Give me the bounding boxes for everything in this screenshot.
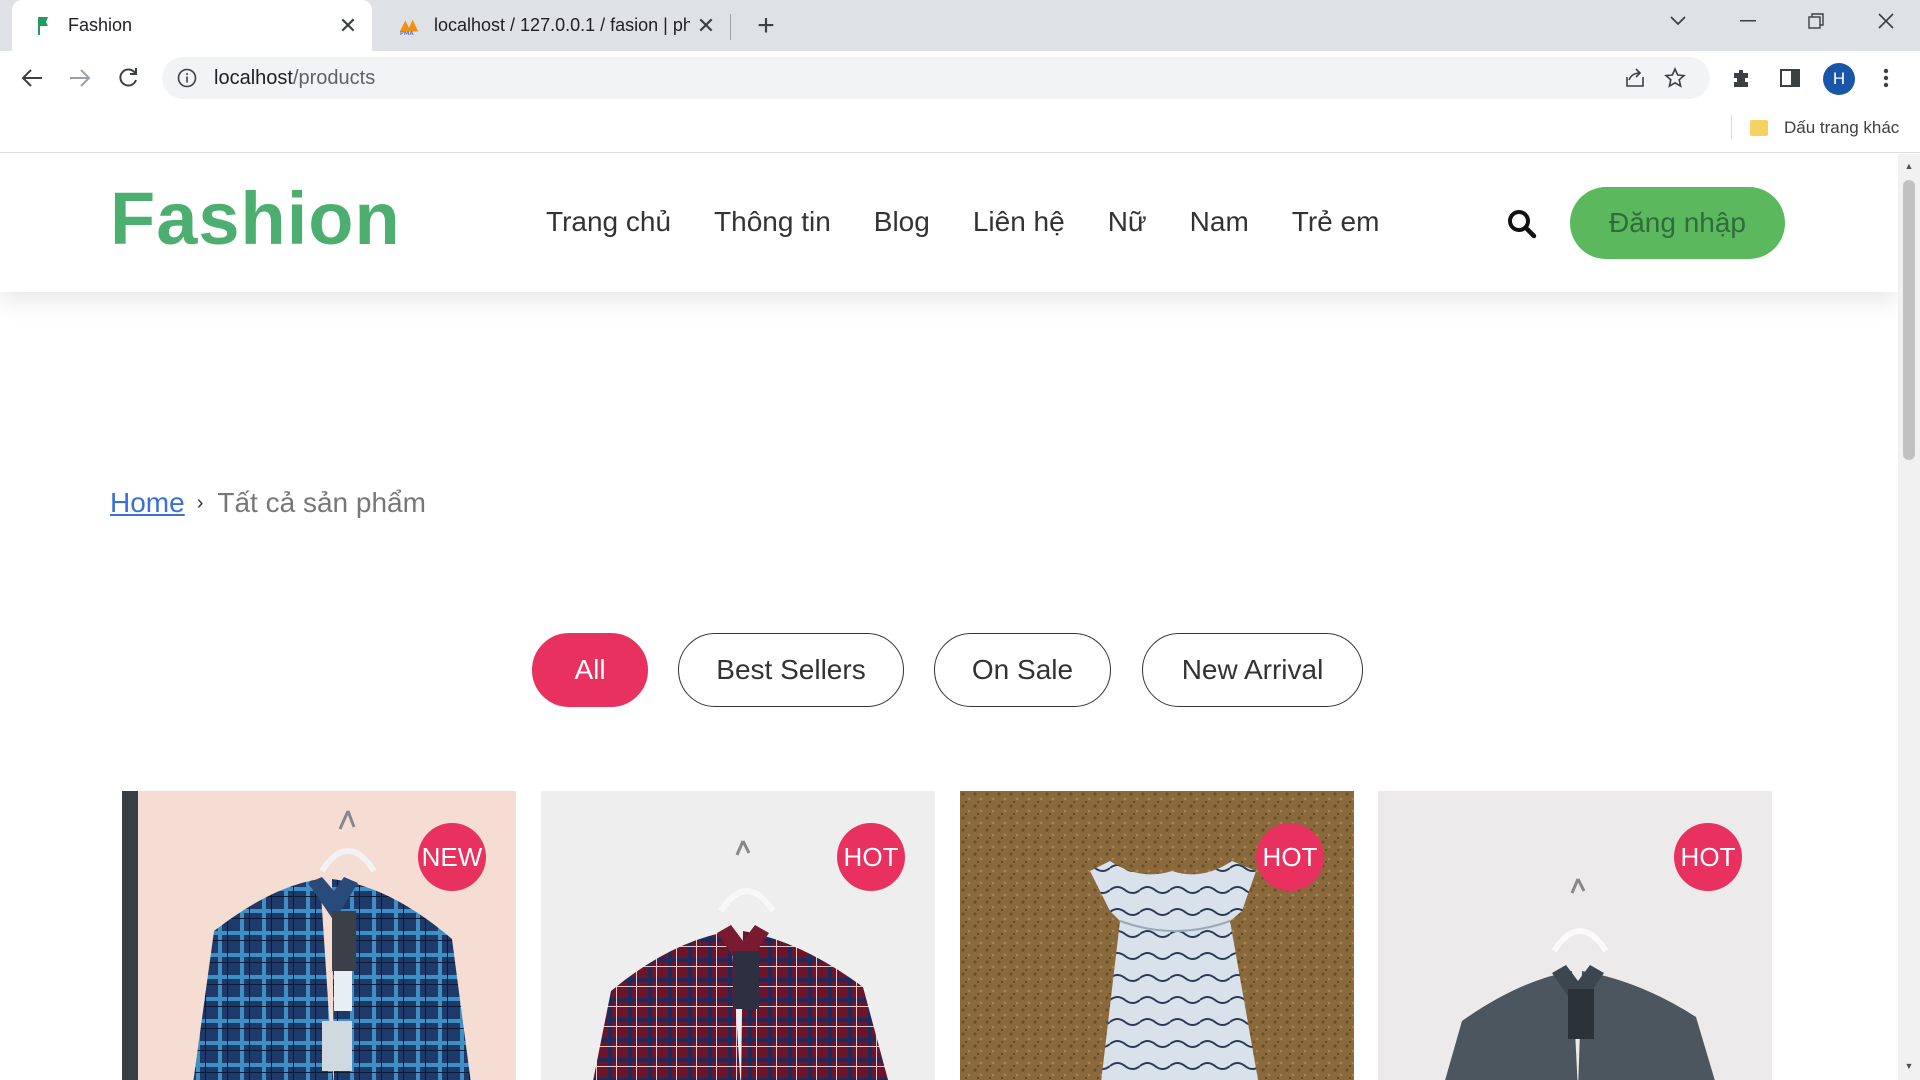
back-icon[interactable] bbox=[14, 60, 50, 96]
tab-phpmyadmin[interactable]: PMA localhost / 127.0.0.1 / fasion | php… bbox=[378, 0, 730, 51]
page-viewport: Fashion Trang chủ Thông tin Blog Liên hệ… bbox=[0, 154, 1898, 1080]
side-panel-icon[interactable] bbox=[1772, 60, 1808, 96]
search-icon[interactable] bbox=[1506, 208, 1538, 240]
login-button[interactable]: Đăng nhập bbox=[1570, 187, 1785, 259]
breadcrumb-current: Tất cả sản phẩm bbox=[217, 487, 426, 518]
filter-best-sellers-button[interactable]: Best Sellers bbox=[678, 633, 904, 707]
new-tab-button[interactable]: + bbox=[748, 8, 784, 44]
tab-strip: Fashion ✕ PMA localhost / 127.0.0.1 / fa… bbox=[0, 0, 1920, 51]
bookmark-green-icon bbox=[32, 15, 54, 37]
nav-link-contact[interactable]: Liên hệ bbox=[973, 206, 1065, 238]
extensions-icon[interactable] bbox=[1724, 60, 1760, 96]
close-tab-icon[interactable]: ✕ bbox=[332, 10, 364, 42]
main-nav: Trang chủ Thông tin Blog Liên hệ Nữ Nam … bbox=[546, 206, 1422, 238]
product-filters: All Best Sellers On Sale New Arrival bbox=[0, 633, 1898, 707]
product-badge: HOT bbox=[1674, 823, 1742, 891]
page-scrollbar[interactable]: ▲ ▼ bbox=[1898, 154, 1920, 1080]
product-badge: HOT bbox=[837, 823, 905, 891]
close-window-icon[interactable] bbox=[1858, 0, 1914, 42]
filter-on-sale-button[interactable]: On Sale bbox=[934, 633, 1111, 707]
product-card[interactable]: HOT bbox=[960, 791, 1354, 1080]
scroll-up-icon[interactable]: ▲ bbox=[1903, 160, 1915, 172]
address-url: localhost/products bbox=[214, 67, 376, 89]
menu-kebab-icon[interactable] bbox=[1868, 60, 1904, 96]
nav-link-blog[interactable]: Blog bbox=[874, 206, 930, 238]
product-card[interactable]: NEW bbox=[122, 791, 516, 1080]
nav-link-about[interactable]: Thông tin bbox=[714, 206, 831, 238]
tab-divider bbox=[730, 14, 731, 40]
nav-link-home[interactable]: Trang chủ bbox=[546, 206, 671, 238]
tab-search-chevron-icon[interactable] bbox=[1650, 0, 1706, 42]
profile-avatar[interactable]: H bbox=[1823, 63, 1855, 95]
close-tab-icon[interactable]: ✕ bbox=[690, 10, 722, 42]
folder-icon bbox=[1750, 120, 1768, 136]
product-card[interactable]: HOT bbox=[541, 791, 935, 1080]
nav-link-men[interactable]: Nam bbox=[1190, 206, 1249, 238]
filter-new-arrival-button[interactable]: New Arrival bbox=[1142, 633, 1363, 707]
restore-icon[interactable] bbox=[1788, 0, 1844, 42]
filter-all-button[interactable]: All bbox=[532, 633, 648, 707]
svg-text:PMA: PMA bbox=[400, 31, 415, 36]
bookmark-star-icon[interactable] bbox=[1662, 65, 1688, 91]
reload-icon[interactable] bbox=[110, 60, 146, 96]
site-info-icon[interactable] bbox=[176, 67, 198, 89]
breadcrumb: Home › Tất cả sản phẩm bbox=[110, 487, 426, 519]
address-bar[interactable]: localhost/products bbox=[162, 57, 1710, 99]
product-badge: HOT bbox=[1256, 823, 1324, 891]
product-badge: NEW bbox=[418, 823, 486, 891]
product-card[interactable]: HOT bbox=[1378, 791, 1772, 1080]
other-bookmarks-label: Dấu trang khác bbox=[1784, 118, 1900, 137]
tab-fashion[interactable]: Fashion ✕ bbox=[12, 0, 372, 51]
site-logo[interactable]: Fashion bbox=[110, 176, 401, 261]
chevron-right-icon: › bbox=[196, 491, 204, 514]
browser-toolbar: localhost/products H bbox=[0, 51, 1920, 105]
bookmarks-bar: Dấu trang khác bbox=[0, 105, 1920, 153]
nav-link-women[interactable]: Nữ bbox=[1108, 206, 1147, 238]
nav-link-kids[interactable]: Trẻ em bbox=[1292, 206, 1380, 238]
minimize-icon[interactable] bbox=[1720, 0, 1776, 42]
scroll-thumb[interactable] bbox=[1903, 180, 1915, 460]
forward-icon[interactable] bbox=[62, 60, 98, 96]
phpmyadmin-icon: PMA bbox=[398, 15, 420, 37]
breadcrumb-home-link[interactable]: Home bbox=[110, 487, 185, 519]
share-icon[interactable] bbox=[1622, 65, 1648, 91]
other-bookmarks[interactable]: Dấu trang khác bbox=[1750, 113, 1899, 143]
tab-title: Fashion bbox=[68, 15, 133, 35]
site-header: Fashion Trang chủ Thông tin Blog Liên hệ… bbox=[0, 154, 1898, 292]
tab-title: localhost / 127.0.0.1 / fasion | php bbox=[434, 15, 690, 35]
scroll-down-icon[interactable]: ▼ bbox=[1903, 1060, 1915, 1072]
bookmarks-divider bbox=[1731, 115, 1732, 139]
